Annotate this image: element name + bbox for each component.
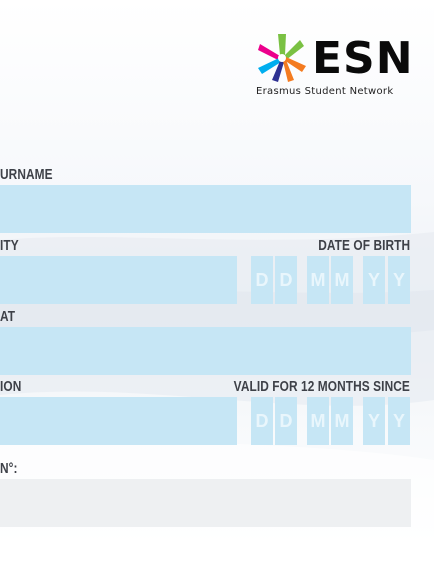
valid-day-2[interactable]: D xyxy=(275,397,297,445)
dob-year-2[interactable]: Y xyxy=(388,256,410,304)
field-three-input[interactable] xyxy=(0,327,411,375)
valid-month-1[interactable]: M xyxy=(307,397,329,445)
nationality-field[interactable] xyxy=(0,256,237,304)
field-three-label: AT xyxy=(0,309,16,325)
field-four-label: ION xyxy=(0,379,22,395)
dob-year-1[interactable]: Y xyxy=(363,256,385,304)
field-four-input[interactable] xyxy=(0,397,237,445)
valid-day-1[interactable]: D xyxy=(251,397,273,445)
dob-month-2[interactable]: M xyxy=(331,256,353,304)
nationality-label: ITY xyxy=(0,238,19,254)
valid-year-2[interactable]: Y xyxy=(388,397,410,445)
number-label: N°: xyxy=(0,461,18,477)
surname-field[interactable] xyxy=(0,185,411,233)
date-of-birth-label: DATE OF BIRTH xyxy=(317,238,410,254)
star-arm-cyan xyxy=(258,58,284,82)
logo-wordmark: ESN xyxy=(312,33,414,84)
dob-day-1[interactable]: D xyxy=(251,256,273,304)
number-field[interactable] xyxy=(0,479,411,527)
star-arm-orange xyxy=(283,57,306,82)
star-arm-magenta xyxy=(258,44,280,60)
valid-year-1[interactable]: Y xyxy=(363,397,385,445)
dob-month-1[interactable]: M xyxy=(307,256,329,304)
logo-subtitle: Erasmus Student Network xyxy=(256,86,394,97)
dob-day-2[interactable]: D xyxy=(275,256,297,304)
valid-since-label: VALID FOR 12 MONTHS SINCE xyxy=(233,379,410,395)
valid-month-2[interactable]: M xyxy=(331,397,353,445)
surname-label: URNAME xyxy=(0,167,53,183)
